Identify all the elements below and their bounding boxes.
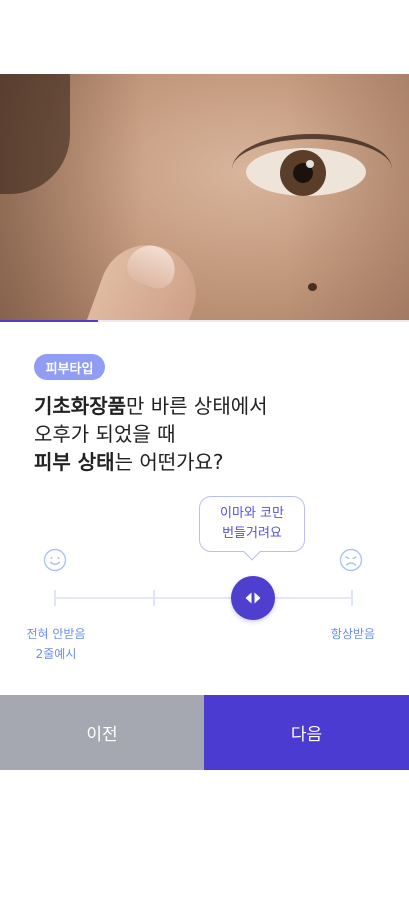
question-line-3: 피부 상태는 어떤가요? [34,448,374,476]
question-text: 기초화장품만 바른 상태에서 오후가 되었을 때 피부 상태는 어떤가요? [34,392,374,476]
smile-icon [43,548,67,572]
photo-mole [308,283,317,291]
question-line-3-bold: 피부 상태 [34,450,115,474]
slider-min-label: 전혀 안받음 2줄예시 [14,624,98,664]
photo-eye [246,148,366,196]
question-line-2: 오후가 되었을 때 [34,422,176,446]
category-badge: 피부타입 [34,354,105,380]
progress-bar [0,320,409,322]
slider-tick[interactable] [54,590,56,606]
slider-tick[interactable] [153,590,155,606]
slider-max-label: 항상받음 [330,627,376,641]
slider-thumb[interactable] [231,576,275,620]
left-right-arrows-icon [245,592,261,604]
slider-min-label-line-1: 전혀 안받음 [26,627,86,641]
prev-button[interactable]: 이전 [0,695,204,770]
frown-icon [339,548,363,572]
tooltip-line-2: 번들거려요 [222,526,282,541]
progress-bar-fill [0,320,99,322]
slider-min-label-line-2: 2줄예시 [35,647,77,661]
slider-track[interactable] [55,597,352,599]
next-button[interactable]: 다음 [204,695,409,770]
question-line-1-bold: 기초화장품 [34,394,126,418]
skin-photo [0,74,409,320]
question-line-3-rest: 는 어떤가요? [114,450,224,474]
question-line-1-rest: 만 바른 상태에서 [126,394,268,418]
tooltip-line-1: 이마와 코만 [220,506,284,521]
photo-iris [280,150,326,196]
photo-eye-glint [306,160,314,168]
slider-tick[interactable] [351,590,353,606]
question-line-1: 기초화장품만 바른 상태에서 [34,392,374,420]
